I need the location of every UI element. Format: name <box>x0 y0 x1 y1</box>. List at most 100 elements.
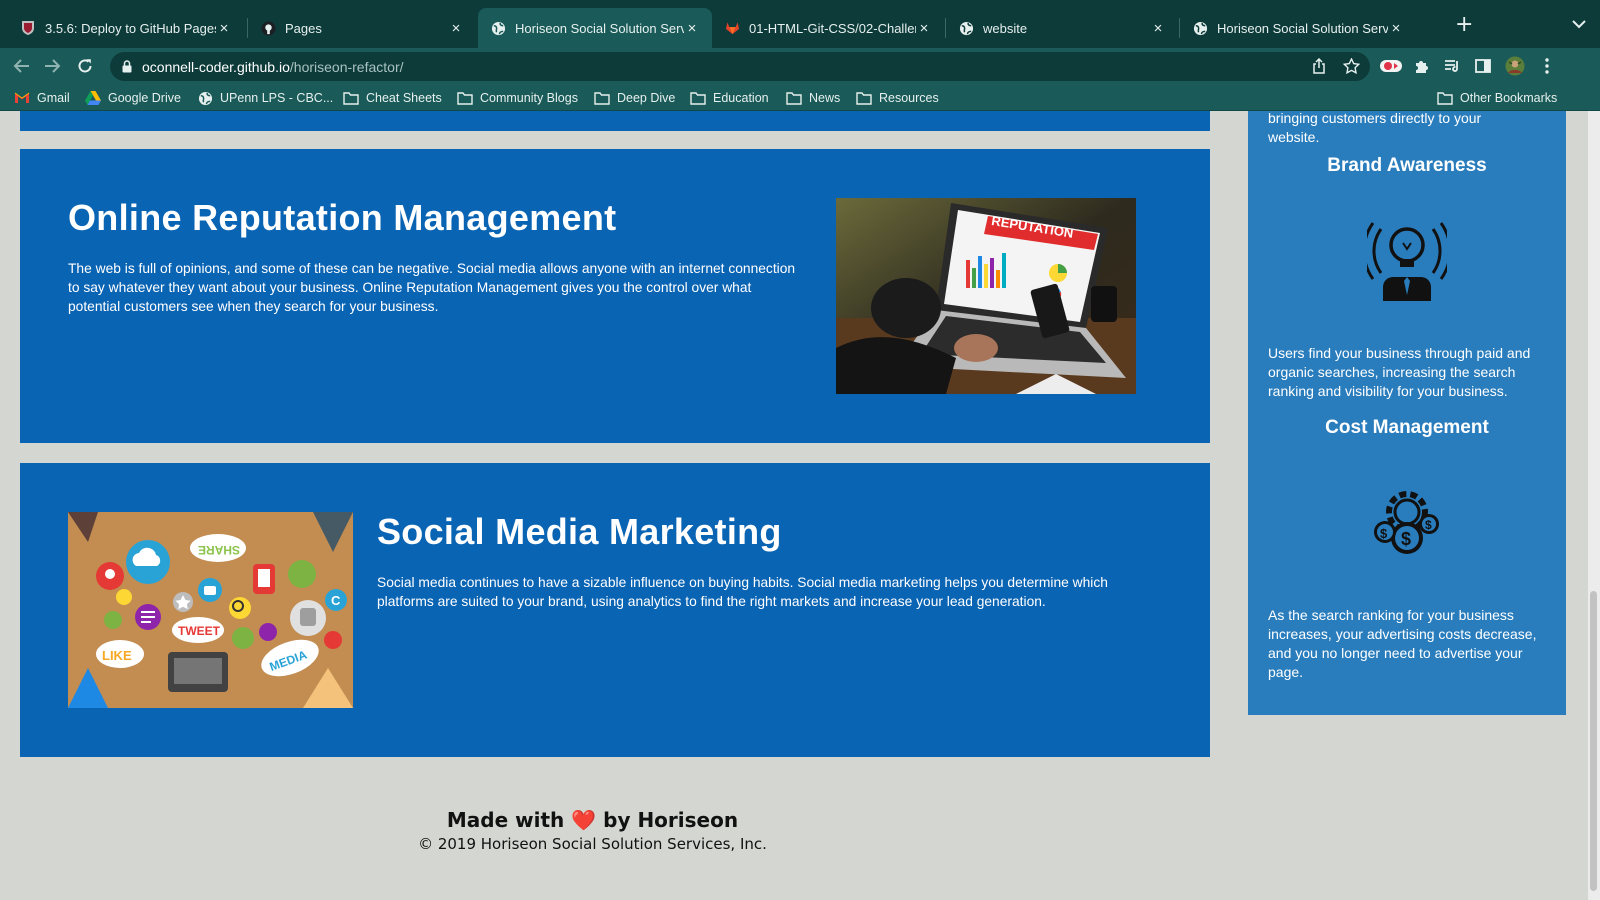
browser-toolbar: oconnell-coder.github.io /horiseon-refac… <box>0 48 1600 85</box>
tab-search-chevron-icon[interactable] <box>1572 16 1586 34</box>
bookmark-folder-education[interactable]: Education <box>690 88 769 108</box>
section-online-reputation: Online Reputation Management The web is … <box>20 149 1210 443</box>
tab-deploy[interactable]: 3.5.6: Deploy to GitHub Pages: × <box>8 8 244 48</box>
like-label: LIKE <box>102 648 132 663</box>
folder-icon <box>856 91 872 105</box>
share-icon[interactable] <box>1308 55 1330 77</box>
benefit-text-fragment-line2: website. <box>1268 129 1320 145</box>
bookmark-label: Gmail <box>37 91 70 105</box>
extensions-puzzle-icon[interactable] <box>1410 55 1432 77</box>
svg-text:$: $ <box>1380 526 1388 541</box>
folder-icon <box>594 91 610 105</box>
benefit-text-fragment: bringing customers directly to your webs… <box>1268 111 1481 147</box>
bookmark-label: Community Blogs <box>480 91 578 105</box>
section-social-media: SHARE C TWEET LIKE MEDIA Social Media Ma… <box>20 463 1210 757</box>
tab-title: 3.5.6: Deploy to GitHub Pages: <box>45 20 216 36</box>
bookmark-label: Education <box>713 91 769 105</box>
screen-recorder-icon[interactable] <box>1378 55 1404 77</box>
svg-text:$: $ <box>1425 518 1432 532</box>
lightbulb-head-icon <box>1362 221 1452 306</box>
bookmark-upenn[interactable]: UPenn LPS - CBC... <box>197 88 333 108</box>
bookmark-folder-community-blogs[interactable]: Community Blogs <box>457 88 578 108</box>
shield-crest-icon <box>20 20 36 36</box>
bookmark-folder-other[interactable]: Other Bookmarks <box>1437 88 1557 108</box>
bookmark-gmail[interactable]: Gmail <box>14 88 70 108</box>
section-title: Social Media Marketing <box>377 511 782 552</box>
share-label: SHARE <box>198 543 240 557</box>
close-icon[interactable]: × <box>916 20 932 37</box>
heart-icon: ❤️ <box>571 808 597 832</box>
tab-pages[interactable]: Pages × <box>248 8 476 48</box>
bookmark-label: UPenn LPS - CBC... <box>220 91 334 105</box>
github-icon <box>260 20 276 36</box>
footer-copyright: © 2019 Horiseon Social Solution Services… <box>418 835 767 853</box>
bookmark-folder-resources[interactable]: Resources <box>856 88 939 108</box>
gear-money-icon: $ $ $ <box>1367 484 1447 569</box>
close-icon[interactable]: × <box>1150 20 1166 37</box>
close-icon[interactable]: × <box>684 20 700 37</box>
page-viewport: Online Reputation Management The web is … <box>0 111 1600 900</box>
folder-icon <box>343 91 359 105</box>
footer-made-with: Made with ❤️ by Horiseon <box>0 808 1185 832</box>
gitlab-icon <box>724 20 740 36</box>
forward-arrow-icon[interactable] <box>42 55 64 77</box>
reading-list-icon[interactable] <box>1441 55 1463 77</box>
bookmark-label: Cheat Sheets <box>366 91 442 105</box>
bookmark-label: Resources <box>879 91 939 105</box>
bookmark-google-drive[interactable]: Google Drive <box>85 88 181 108</box>
reputation-laptop-image: REPUTATION <box>836 198 1136 394</box>
bookmark-label: News <box>809 91 841 105</box>
bookmark-label: Other Bookmarks <box>1460 91 1558 105</box>
previous-section-bottom <box>20 111 1210 131</box>
close-icon[interactable]: × <box>1388 20 1404 37</box>
bookmarks-bar: Gmail Google Drive UPenn LPS - CBC... Ch… <box>0 85 1600 111</box>
tab-horiseon-active[interactable]: Horiseon Social Solution Servic × <box>478 8 712 48</box>
close-icon[interactable]: × <box>448 20 464 37</box>
bookmark-folder-news[interactable]: News <box>786 88 840 108</box>
address-bar[interactable]: oconnell-coder.github.io /horiseon-refac… <box>110 52 1370 81</box>
tab-horiseon-2[interactable]: Horiseon Social Solution Servic × <box>1180 8 1416 48</box>
menu-kebab-icon[interactable] <box>1536 55 1558 77</box>
profile-avatar[interactable] <box>1504 55 1526 77</box>
tab-title: Horiseon Social Solution Servic <box>1217 20 1388 36</box>
back-arrow-icon[interactable] <box>10 55 32 77</box>
tab-gitlab[interactable]: 01-HTML-Git-CSS/02-Challeng × <box>712 8 944 48</box>
scrollbar-thumb[interactable] <box>1590 591 1597 891</box>
tab-website[interactable]: website × <box>946 8 1178 48</box>
folder-icon <box>690 91 706 105</box>
lock-icon[interactable] <box>122 60 132 73</box>
footer-made-prefix: Made with <box>446 808 565 832</box>
folder-icon <box>786 91 802 105</box>
folder-icon <box>457 91 473 105</box>
bookmark-star-icon[interactable] <box>1340 55 1362 77</box>
google-drive-icon <box>85 91 101 105</box>
tweet-label: TWEET <box>178 624 221 638</box>
bookmark-label: Google Drive <box>108 91 181 105</box>
section-text: The web is full of opinions, and some of… <box>68 261 796 314</box>
url-path: /horiseon-refactor/ <box>289 58 404 75</box>
folder-icon <box>1437 91 1453 105</box>
reload-icon[interactable] <box>74 55 96 77</box>
side-panel-icon[interactable] <box>1472 55 1494 77</box>
globe-icon <box>490 20 506 36</box>
benefit-heading: Brand Awareness <box>1327 155 1487 176</box>
benefit-heading: Cost Management <box>1325 417 1489 438</box>
bookmark-label: Deep Dive <box>617 91 676 105</box>
svg-text:C: C <box>331 593 341 608</box>
bookmark-folder-deep-dive[interactable]: Deep Dive <box>594 88 675 108</box>
url-host: oconnell-coder.github.io <box>142 58 290 75</box>
tab-title: 01-HTML-Git-CSS/02-Challeng <box>749 20 916 36</box>
bookmark-folder-cheat-sheets[interactable]: Cheat Sheets <box>343 88 442 108</box>
benefit-text-fragment-line1: bringing customers directly to your <box>1268 111 1482 126</box>
svg-text:$: $ <box>1401 529 1411 549</box>
benefit-text: Users find your business through paid an… <box>1268 345 1531 399</box>
close-icon[interactable]: × <box>216 20 232 37</box>
tab-title: Horiseon Social Solution Servic <box>515 20 684 36</box>
footer-made-suffix: by Horiseon <box>603 808 739 832</box>
tab-title: website <box>983 20 1028 36</box>
section-title: Online Reputation Management <box>68 197 617 238</box>
new-tab-button[interactable]: + <box>1455 12 1473 37</box>
globe-icon <box>1192 20 1208 36</box>
benefit-text: As the search ranking for your business … <box>1268 607 1537 680</box>
social-media-collage-image: SHARE C TWEET LIKE MEDIA <box>68 512 353 708</box>
